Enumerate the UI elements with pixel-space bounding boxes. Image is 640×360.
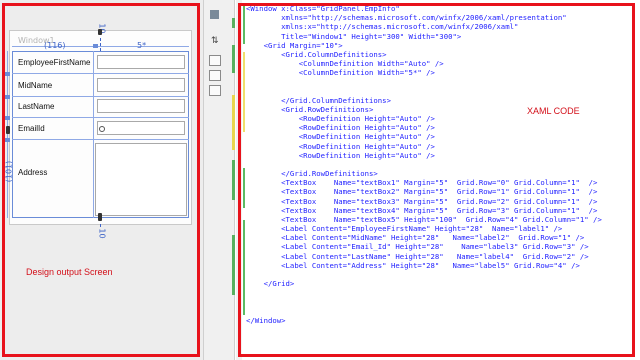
design-highlight-box [2,3,200,357]
swap-panes-icon[interactable]: ⇅ [211,36,219,46]
change-marker [232,235,235,295]
change-marker [232,160,235,200]
split-vertical-icon[interactable] [209,70,221,81]
change-marker [232,18,235,28]
collapse-pane-icon[interactable] [209,85,221,96]
change-marker [232,45,235,73]
zoom-button[interactable] [210,10,219,19]
editor-highlight-box [238,3,635,357]
design-output-caption: Design output Screen [26,267,113,277]
view-toolbar [203,0,235,360]
split-horizontal-icon[interactable] [209,55,221,66]
xaml-code-caption: XAML CODE [527,106,580,116]
change-marker [232,95,235,150]
